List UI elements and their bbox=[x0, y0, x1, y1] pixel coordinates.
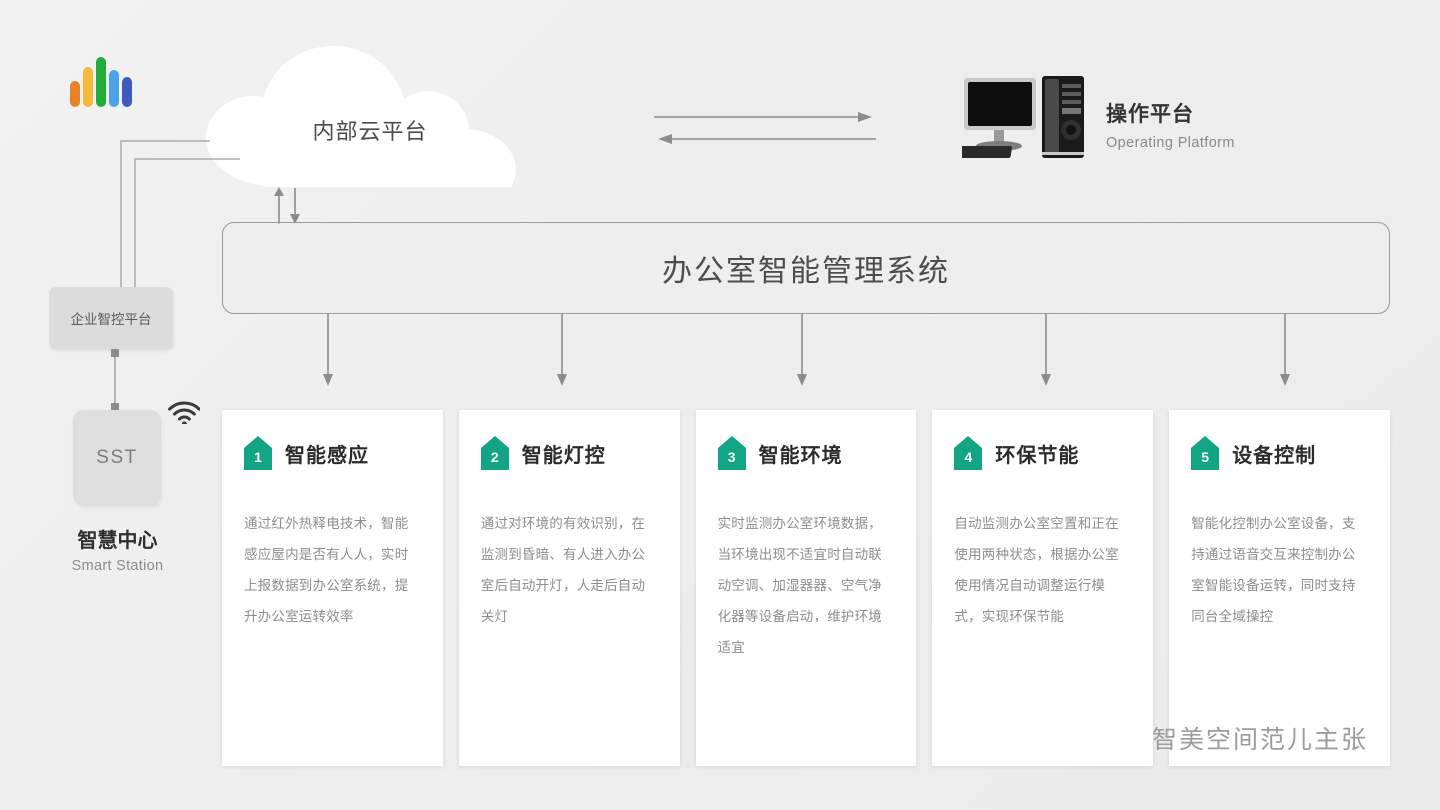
office-management-system-bar: 办公室智能管理系统 bbox=[222, 222, 1390, 314]
enterprise-control-platform-box[interactable]: 企业智控平台 bbox=[49, 287, 173, 349]
arrow-left-platform-to-cloud bbox=[658, 134, 876, 144]
house-number-badge-icon: 1 bbox=[244, 436, 272, 470]
feature-card-title: 环保节能 bbox=[995, 444, 1080, 467]
operating-platform-title: 操作平台 bbox=[1106, 103, 1194, 126]
feature-card-body: 通过红外热释电技术，智能感应屋内是否有人人，实时上报数据到办公室系统，提升办公室… bbox=[244, 516, 409, 624]
feature-card-body: 实时监测办公室环境数据，当环境出现不适宜时自动联动空调、加湿器器、空气净化器等设… bbox=[717, 516, 882, 655]
feature-card-title: 智能感应 bbox=[285, 444, 369, 467]
logo-bar-4 bbox=[109, 70, 119, 107]
logo-bar-2 bbox=[83, 67, 93, 107]
feature-card-title: 智能环境 bbox=[758, 444, 843, 467]
smart-station-title: 智慧中心 bbox=[77, 530, 158, 552]
badge-number: 4 bbox=[964, 449, 973, 465]
feature-card[interactable]: 2 智能灯控通过对环境的有效识别，在监测到昏暗、有人进入办公室后自动开灯，人走后自… bbox=[458, 410, 680, 766]
arrow-right-cloud-to-platform bbox=[654, 112, 872, 122]
badge-number: 5 bbox=[1201, 449, 1210, 465]
diagram-canvas: 内部云平台 操作平台 Operating Platform 企业智控平台 SST… bbox=[0, 0, 1440, 810]
feature-card[interactable]: 1 智能感应通过红外热释电技术，智能感应屋内是否有人人，实时上报数据到办公室系统，… bbox=[222, 410, 443, 766]
feature-card[interactable]: 3 智能环境实时监测办公室环境数据，当环境出现不适宜时自动联动空调、加湿器器、空气… bbox=[695, 410, 917, 766]
smart-station-subtitle: Smart Station bbox=[71, 558, 164, 574]
system-bar-title: 办公室智能管理系统 bbox=[662, 255, 950, 288]
cloud-system-arrows bbox=[270, 186, 310, 226]
house-number-badge-icon: 4 bbox=[954, 436, 983, 470]
feature-card-header: 3 智能环境 bbox=[717, 436, 895, 470]
smart-station-box-label: SST bbox=[96, 447, 138, 468]
desktop-computer-icon bbox=[952, 76, 1092, 164]
logo-bar-5 bbox=[122, 77, 132, 107]
arrow-down-to-system bbox=[290, 188, 300, 224]
badge-number: 3 bbox=[727, 449, 736, 465]
feature-card-body: 智能化控制办公室设备，支持通过语音交互来控制办公室智能设备运转，同时支持同台全域… bbox=[1191, 516, 1356, 624]
feature-card[interactable]: 4 环保节能自动监测办公室空置和正在使用两种状态，根据办公室使用情况自动调整运行模… bbox=[932, 410, 1154, 766]
smart-station-box[interactable]: SST bbox=[73, 410, 161, 506]
enterprise-platform-label: 企业智控平台 bbox=[70, 312, 152, 327]
wifi-signal-icon bbox=[166, 390, 201, 427]
feature-card-body: 通过对环境的有效识别，在监测到昏暗、有人进入办公室后自动开灯，人走后自动关灯 bbox=[480, 516, 646, 624]
feature-card-list: 1 智能感应通过红外热释电技术，智能感应屋内是否有人人，实时上报数据到办公室系统，… bbox=[222, 410, 1390, 766]
house-number-badge-icon: 2 bbox=[480, 436, 509, 470]
logo-bar-1 bbox=[70, 81, 80, 107]
system-to-cards-connectors bbox=[222, 314, 1390, 412]
arrow-up-to-cloud bbox=[274, 187, 284, 224]
feature-card-title: 设备控制 bbox=[1232, 444, 1317, 467]
badge-number: 2 bbox=[490, 449, 499, 465]
cloud-platform-link-arrows bbox=[650, 108, 880, 148]
operating-platform-subtitle: Operating Platform bbox=[1106, 135, 1235, 151]
house-number-badge-icon: 5 bbox=[1191, 436, 1220, 470]
feature-card-header: 4 环保节能 bbox=[954, 436, 1131, 470]
feature-card-header: 5 设备控制 bbox=[1191, 436, 1368, 470]
feature-card-header: 1 智能感应 bbox=[244, 436, 421, 470]
feature-card[interactable]: 5 设备控制智能化控制办公室设备，支持通过语音交互来控制办公室智能设备运转，同时支… bbox=[1169, 410, 1390, 766]
logo-bar-3 bbox=[96, 57, 106, 107]
feature-card-body: 自动监测办公室空置和正在使用两种状态，根据办公室使用情况自动调整运行模式，实现环… bbox=[954, 516, 1119, 624]
enterprise-sst-connector bbox=[108, 349, 122, 411]
feature-card-header: 2 智能灯控 bbox=[480, 436, 658, 470]
brand-logo bbox=[70, 52, 140, 107]
badge-number: 1 bbox=[254, 449, 262, 465]
feature-card-title: 智能灯控 bbox=[521, 444, 606, 467]
house-number-badge-icon: 3 bbox=[717, 436, 746, 470]
watermark-text: 智美空间范儿主张 bbox=[1152, 726, 1369, 754]
